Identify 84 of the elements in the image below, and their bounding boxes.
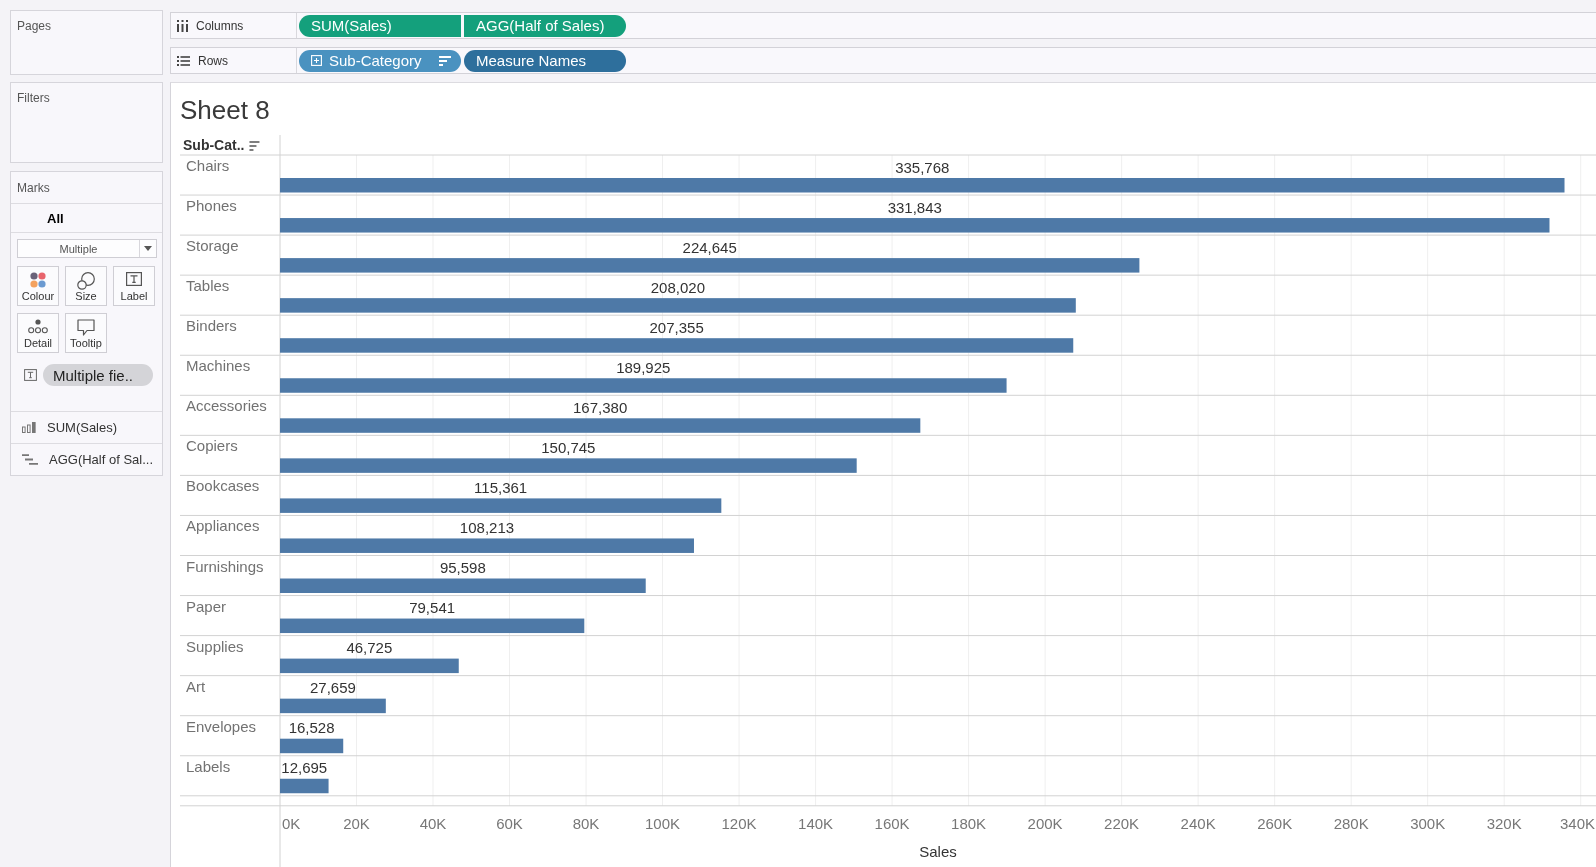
axis-tick-label: 140K — [798, 814, 834, 832]
data-label: 16,528 — [288, 719, 335, 737]
data-label: 95,598 — [439, 559, 486, 576]
axis-tick-label: 320K — [1486, 814, 1522, 832]
size-button[interactable]: Size — [65, 266, 107, 306]
sheet-title: Sheet 8 — [180, 95, 270, 125]
data-label: 79,541 — [409, 599, 456, 617]
category-label: Art — [186, 677, 206, 695]
category-label: Machines — [186, 357, 251, 375]
axis-tick-label: 180K — [951, 814, 987, 832]
marks-tab[interactable]: SUM(Sales) — [11, 411, 162, 443]
data-label: 27,659 — [309, 679, 356, 697]
card-title: Marks — [17, 180, 50, 195]
data-label: 167,380 — [573, 398, 628, 416]
category-label: Storage — [186, 237, 239, 255]
axis-tick-label: 260K — [1257, 814, 1293, 832]
data-label: 46,725 — [346, 639, 393, 657]
columns-icon — [177, 19, 188, 32]
data-label: 150,745 — [541, 438, 596, 456]
category-label: Appliances — [186, 517, 260, 535]
category-label: Tables — [186, 277, 230, 295]
axis-tick-label: 300K — [1410, 814, 1446, 832]
dots-icon — [28, 319, 48, 334]
category-label: Supplies — [186, 637, 244, 655]
card-title: Filters — [17, 91, 50, 105]
axis-title: Sales — [919, 842, 957, 860]
detail-button[interactable]: Detail — [17, 313, 59, 353]
bar-chart-icon — [22, 422, 36, 433]
data-label: 224,645 — [682, 238, 737, 256]
marks-tab[interactable]: All — [47, 208, 64, 228]
axis-tick-label: 20K — [343, 814, 370, 832]
card-title: Pages — [17, 19, 52, 33]
data-label: 108,213 — [459, 518, 515, 536]
shelf-label: Columns — [196, 18, 244, 33]
category-label: Furnishings — [186, 557, 264, 575]
category-label: Labels — [186, 757, 231, 775]
data-label: 208,020 — [650, 278, 705, 296]
axis-tick-label: 200K — [1027, 814, 1063, 832]
data-label: 12,695 — [281, 759, 328, 777]
axis-tick-label: 160K — [874, 814, 910, 832]
rows-icon — [177, 55, 190, 66]
category-label: Bookcases — [186, 477, 260, 495]
plus-box-icon[interactable] — [311, 55, 322, 66]
caret-icon — [144, 246, 152, 251]
tooltip-button[interactable]: Tooltip — [65, 313, 107, 353]
bar — [280, 738, 344, 754]
axis-tick-label: 220K — [1104, 814, 1140, 832]
axis-tick-label: 240K — [1180, 814, 1216, 832]
axis-tick-label: 40K — [419, 814, 447, 832]
category-label: Envelopes — [186, 717, 257, 735]
mark-type-dropdown[interactable]: Multiple — [17, 239, 157, 258]
marks-tab[interactable]: AGG(Half of Sal... — [11, 443, 162, 475]
colour-button[interactable]: Colour — [17, 266, 59, 306]
category-label: Paper — [186, 597, 227, 615]
axis-tick-label: 120K — [721, 814, 757, 832]
stepped-bars-icon — [22, 454, 38, 465]
data-label: 335,768 — [895, 158, 950, 176]
category-label: Copiers — [186, 437, 238, 455]
speech-bubble-icon — [77, 319, 95, 336]
axis-tick-label: 280K — [1333, 814, 1369, 832]
data-label: 207,355 — [649, 318, 704, 336]
shelf-label: Rows — [198, 53, 228, 68]
bar — [280, 778, 329, 794]
data-label: 331,843 — [887, 198, 942, 216]
axis-tick-label: 80K — [572, 814, 600, 832]
data-label: 115,361 — [474, 478, 528, 496]
label-button[interactable]: Label — [113, 266, 155, 306]
row-header: Sub-Cat.. — [183, 137, 245, 153]
text-box-icon — [24, 369, 37, 381]
field-pill[interactable]: Multiple fie.. — [43, 364, 153, 386]
category-label: Accessories — [186, 397, 267, 415]
axis-tick-label: 100K — [645, 814, 681, 832]
category-label: Binders — [186, 317, 237, 335]
category-label: Chairs — [186, 157, 230, 174]
colour-dots-icon — [30, 272, 46, 288]
sort-icon[interactable] — [248, 141, 261, 151]
axis-tick-label: 0K — [282, 814, 301, 832]
field-pill[interactable]: Measure Names — [464, 49, 626, 72]
data-label: 189,925 — [616, 358, 671, 376]
circles-icon — [77, 272, 95, 290]
axis-tick-label: 340K — [1559, 814, 1595, 832]
axis-tick-label: 60K — [496, 814, 523, 832]
category-label: Phones — [186, 197, 237, 215]
text-box-icon — [126, 272, 142, 286]
